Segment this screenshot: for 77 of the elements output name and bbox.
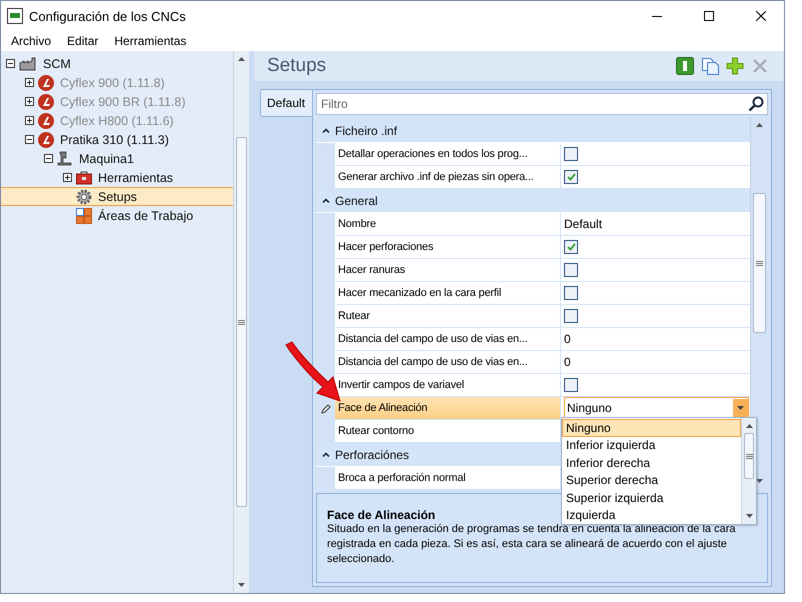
tree-item[interactable]: Maquina1 bbox=[1, 149, 233, 168]
dropdown-button[interactable] bbox=[733, 399, 748, 417]
list-scrollbar[interactable] bbox=[741, 418, 756, 524]
property-name[interactable]: Rutear contorno bbox=[335, 420, 561, 443]
property-value: Default bbox=[564, 217, 602, 231]
property-name[interactable]: Broca a perforación normal bbox=[335, 467, 561, 489]
scroll-down-icon[interactable] bbox=[746, 514, 752, 518]
collapse-icon[interactable] bbox=[44, 154, 53, 163]
dropdown-option[interactable]: Izquierda bbox=[562, 506, 741, 524]
menu-item[interactable]: Editar bbox=[59, 34, 106, 48]
checkbox[interactable] bbox=[564, 263, 578, 277]
collapse-icon[interactable] bbox=[6, 59, 15, 68]
property-name[interactable]: Hacer perforaciones bbox=[335, 236, 561, 259]
tree-item[interactable]: Áreas de Trabajo bbox=[1, 206, 233, 225]
info-icon[interactable] bbox=[676, 57, 694, 75]
tree-item[interactable]: SCM bbox=[1, 54, 233, 73]
property-name[interactable]: Rutear bbox=[335, 305, 561, 328]
checkbox[interactable] bbox=[564, 170, 578, 184]
grip-icon bbox=[746, 454, 752, 458]
collapse-icon[interactable] bbox=[25, 135, 34, 144]
tree-scrollbar[interactable] bbox=[233, 51, 249, 593]
toolbox-icon bbox=[76, 170, 92, 184]
filter-field[interactable]: Filtro bbox=[316, 93, 768, 115]
grip-icon bbox=[238, 320, 245, 324]
menu-item[interactable]: Herramientas bbox=[106, 34, 194, 48]
pencil-icon bbox=[320, 404, 330, 414]
menu-item[interactable]: Archivo bbox=[3, 34, 60, 48]
checkbox[interactable] bbox=[564, 286, 578, 300]
dropdown-option[interactable]: Ninguno bbox=[562, 419, 741, 436]
property-name[interactable]: Detallar operaciones en todos los prog... bbox=[335, 143, 561, 166]
checkbox[interactable] bbox=[564, 378, 578, 392]
dropdown[interactable]: Ninguno bbox=[564, 397, 749, 419]
dropdown-option[interactable]: Superior derecha bbox=[562, 472, 741, 489]
scroll-down-icon[interactable] bbox=[756, 479, 763, 483]
machine-icon bbox=[57, 151, 73, 166]
close-icon[interactable] bbox=[756, 11, 766, 21]
property-name[interactable]: Nombre bbox=[335, 213, 561, 236]
grid-icon bbox=[76, 208, 92, 224]
window-title: Configuración de los CNCs bbox=[29, 8, 187, 24]
property-name[interactable]: Generar archivo .inf de piezas sin opera... bbox=[335, 166, 561, 189]
tab[interactable]: Default bbox=[260, 89, 312, 117]
dropdown-option[interactable]: Superior izquierda bbox=[562, 489, 741, 506]
tree-item[interactable]: Setups bbox=[1, 187, 233, 206]
maximize-icon[interactable] bbox=[704, 11, 714, 21]
property-name[interactable]: Distancia del campo de uso de vias en... bbox=[335, 351, 561, 374]
tree-item[interactable]: Herramientas bbox=[1, 168, 233, 187]
gear-icon bbox=[76, 188, 92, 204]
plus-icon[interactable] bbox=[726, 57, 744, 75]
property-value: 0 bbox=[564, 332, 571, 346]
logo-icon bbox=[38, 132, 54, 148]
property-name[interactable]: Distancia del campo de uso de vias en... bbox=[335, 328, 561, 351]
tree-item[interactable]: Pratika 310 (1.11.3) bbox=[1, 130, 233, 149]
scroll-up-icon[interactable] bbox=[756, 123, 763, 127]
copy-icon[interactable] bbox=[700, 57, 718, 75]
property-name[interactable]: Hacer mecanizado en la cara perfil bbox=[335, 282, 561, 305]
factory-icon bbox=[19, 56, 37, 70]
scroll-down-icon[interactable] bbox=[238, 583, 245, 587]
search-icon[interactable] bbox=[748, 96, 764, 112]
property-name[interactable]: Hacer ranuras bbox=[335, 259, 561, 282]
checkbox[interactable] bbox=[564, 240, 578, 254]
logo-icon bbox=[38, 112, 54, 128]
caret-icon[interactable] bbox=[737, 406, 744, 410]
property-name[interactable]: Face de Alineación bbox=[335, 397, 561, 420]
property-value: 0 bbox=[564, 355, 571, 369]
description-text: Situado en la generación de programas se tendrá en cuenta la alineación de la cara registrada en cada pieza. Si es así, esta cara se alineará de acuerdo con el ajuste seleccionado. bbox=[327, 522, 736, 567]
app-icon bbox=[7, 8, 23, 24]
expand-icon[interactable] bbox=[63, 173, 72, 182]
grip-icon bbox=[756, 260, 763, 266]
logo-icon bbox=[38, 74, 54, 90]
description-title: Face de Alineación bbox=[327, 508, 436, 522]
checkbox[interactable] bbox=[564, 309, 578, 323]
logo-icon bbox=[38, 94, 54, 110]
scroll-up-icon[interactable] bbox=[238, 57, 245, 61]
property-name[interactable]: Invertir campos de variavel bbox=[335, 374, 561, 397]
panel-title: Setups bbox=[267, 55, 328, 77]
scroll-up-icon[interactable] bbox=[746, 424, 752, 428]
checkbox[interactable] bbox=[564, 147, 578, 161]
